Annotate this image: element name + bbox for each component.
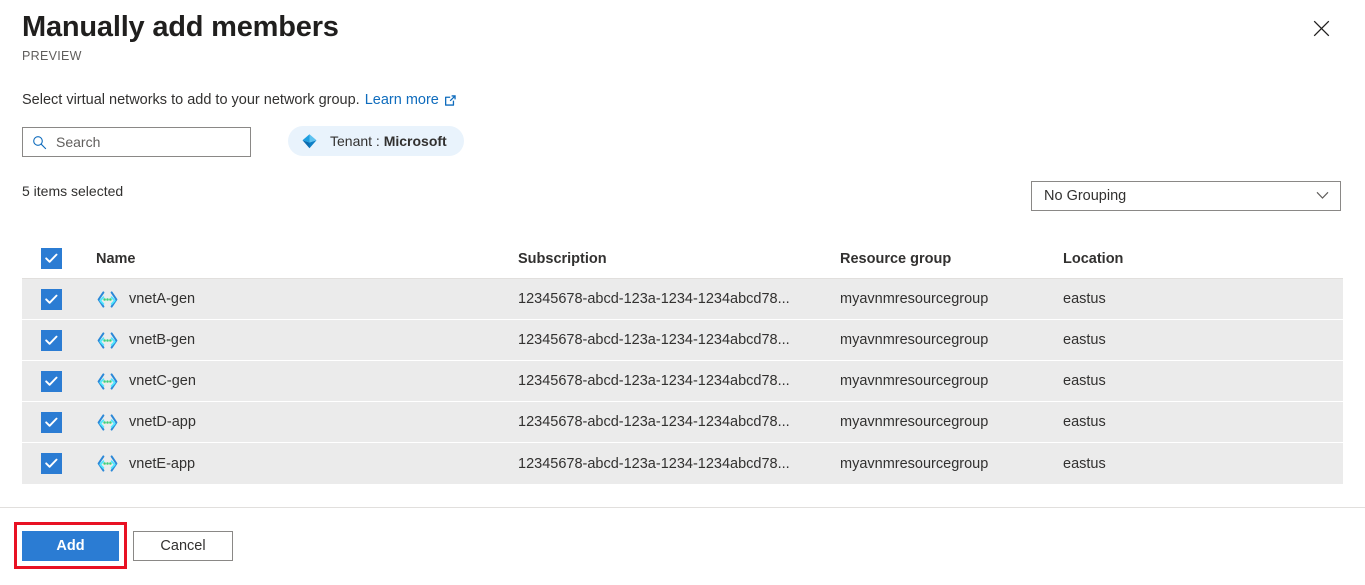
close-button[interactable]: [1305, 14, 1337, 46]
row-select-cell: [22, 288, 96, 310]
panel-header: Manually add members PREVIEW: [22, 8, 339, 64]
row-location: eastus: [1063, 373, 1106, 389]
row-location: eastus: [1063, 332, 1106, 348]
table-header-row: Name Subscription Resource group Locatio…: [22, 239, 1343, 279]
row-name-text: vnetD-app: [129, 414, 196, 430]
virtual-network-icon: [96, 455, 118, 472]
row-name-cell: vnetD-app: [96, 413, 518, 431]
search-input[interactable]: [56, 134, 236, 150]
row-subscription: 12345678-abcd-123a-1234-1234abcd78...: [518, 332, 790, 348]
select-all-cell: [22, 248, 96, 269]
row-subscription: 12345678-abcd-123a-1234-1234abcd78...: [518, 373, 790, 389]
row-resource-group: myavnmresourcegroup: [840, 332, 989, 348]
row-location: eastus: [1063, 291, 1106, 307]
row-name-cell: vnetB-gen: [96, 331, 518, 349]
column-header-location[interactable]: Location: [1063, 251, 1343, 267]
row-location: eastus: [1063, 414, 1106, 430]
table-row[interactable]: vnetD-app 12345678-abcd-123a-1234-1234abc…: [22, 402, 1343, 443]
table-row[interactable]: vnetA-gen 12345678-abcd-123a-1234-1234abc…: [22, 279, 1343, 320]
column-header-resource-group[interactable]: Resource group: [840, 251, 1063, 267]
row-name-cell: vnetA-gen: [96, 290, 518, 308]
row-name-cell: vnetC-gen: [96, 372, 518, 390]
virtual-network-icon: [96, 413, 118, 431]
row-name-text: vnetE-app: [129, 455, 196, 472]
row-resource-group: myavnmresourcegroup: [840, 291, 989, 307]
preview-badge: PREVIEW: [22, 49, 82, 63]
virtual-network-icon: [96, 372, 118, 390]
table-body: vnetA-gen 12345678-abcd-123a-1234-1234abc…: [22, 279, 1343, 484]
row-select-cell: [22, 453, 96, 474]
row-subscription: 12345678-abcd-123a-1234-1234abcd78...: [518, 414, 790, 430]
close-icon: [1313, 20, 1330, 40]
row-subscription: 12345678-abcd-123a-1234-1234abcd78...: [518, 455, 790, 472]
row-name-text: vnetB-gen: [129, 332, 196, 348]
row-checkbox[interactable]: [41, 411, 62, 433]
members-table: Name Subscription Resource group Locatio…: [22, 239, 1343, 484]
search-icon: [32, 135, 47, 150]
azure-tenant-diamond-icon: [300, 132, 319, 151]
tenant-value: Microsoft: [383, 133, 447, 149]
tenant-filter-label: Tenant : Microsoft: [330, 133, 447, 149]
table-row[interactable]: vnetC-gen 12345678-abcd-123a-1234-1234abc…: [22, 361, 1343, 402]
cancel-button[interactable]: Cancel: [133, 531, 233, 561]
page-title: Manually add members: [22, 11, 339, 43]
column-header-name[interactable]: Name: [96, 251, 518, 267]
panel-footer: Add Cancel: [22, 531, 233, 561]
row-checkbox[interactable]: [41, 453, 62, 474]
row-checkbox[interactable]: [41, 288, 62, 310]
row-resource-group: myavnmresourcegroup: [840, 414, 989, 430]
select-all-checkbox[interactable]: [41, 248, 62, 269]
virtual-network-icon: [96, 290, 118, 308]
row-name-cell: vnetE-app: [96, 455, 518, 472]
row-select-cell: [22, 370, 96, 392]
row-checkbox[interactable]: [41, 329, 62, 351]
grouping-selected-value: No Grouping: [1044, 188, 1127, 204]
tenant-filter-pill[interactable]: Tenant : Microsoft: [288, 126, 464, 156]
manually-add-members-panel: Manually add members PREVIEW Select virt…: [0, 0, 1365, 585]
row-location: eastus: [1063, 455, 1106, 472]
row-select-cell: [22, 329, 96, 351]
selection-summary: 5 items selected: [22, 183, 124, 199]
table-row[interactable]: vnetE-app 12345678-abcd-123a-1234-1234abc…: [22, 443, 1343, 484]
panel-description: Select virtual networks to add to your n…: [22, 90, 457, 110]
learn-more-link[interactable]: Learn more: [365, 90, 457, 110]
row-select-cell: [22, 411, 96, 433]
add-button[interactable]: Add: [22, 531, 119, 561]
learn-more-label: Learn more: [364, 92, 439, 108]
description-text: Select virtual networks to add to your n…: [22, 92, 360, 108]
grouping-dropdown[interactable]: No Grouping: [1031, 181, 1341, 211]
row-subscription: 12345678-abcd-123a-1234-1234abcd78...: [518, 291, 790, 307]
row-name-text: vnetC-gen: [129, 373, 196, 389]
virtual-network-icon: [96, 331, 118, 349]
row-name-text: vnetA-gen: [129, 291, 196, 307]
row-resource-group: myavnmresourcegroup: [840, 455, 989, 472]
footer-divider: [0, 507, 1365, 508]
column-header-subscription[interactable]: Subscription: [518, 251, 840, 267]
tenant-prefix: Tenant :: [330, 133, 384, 149]
table-row[interactable]: vnetB-gen 12345678-abcd-123a-1234-1234abc…: [22, 320, 1343, 361]
external-link-icon: [444, 94, 457, 107]
row-resource-group: myavnmresourcegroup: [840, 373, 989, 389]
chevron-down-icon: [1316, 187, 1329, 205]
search-box[interactable]: [22, 127, 251, 157]
row-checkbox[interactable]: [41, 370, 62, 392]
